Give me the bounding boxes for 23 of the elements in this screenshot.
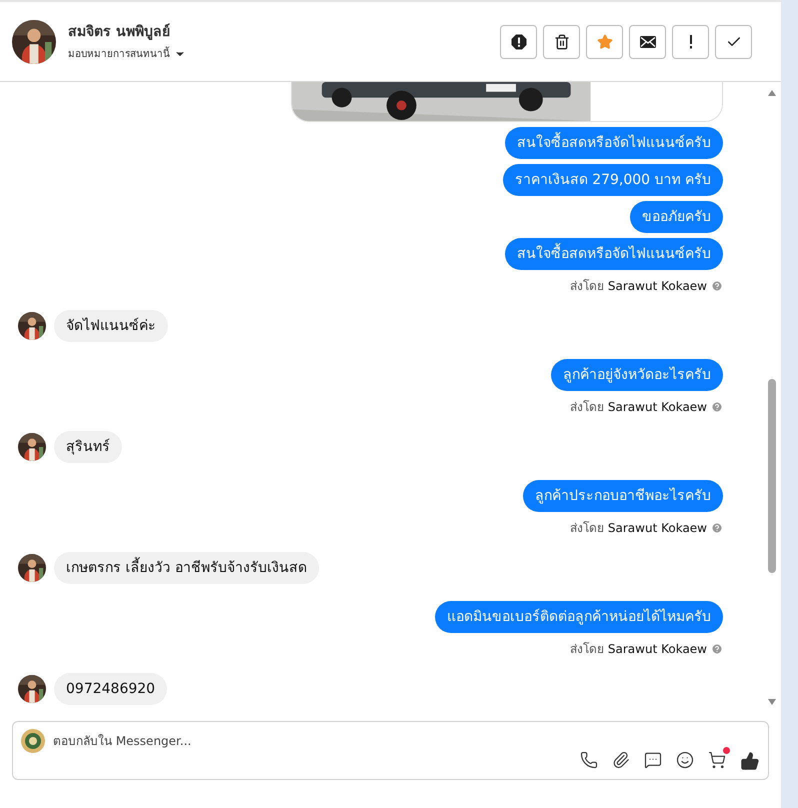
sent-by-label: ส่งโดย [570,399,604,416]
sender-name: Sarawut Kokaew [608,520,707,537]
sent-by-label: ส่งโดย [570,278,604,295]
message-bubble: ราคาเงินสด 279,000 บาท ครับ [502,164,723,196]
contact-name: สมจิตร นพพิบูลย์ [68,22,171,42]
message-bubble: สนใจซื้อสดหรือจัดไฟแนนซ์ครับ [505,127,723,159]
sent-by-label: ส่งโดย [570,520,604,537]
sender-name: Sarawut Kokaew [608,278,707,295]
assign-conversation-dropdown[interactable]: มอบหมายการสนทนานี้ [68,46,186,62]
reply-field[interactable]: ตอบกลับใน Messenger... [53,732,760,750]
message-bubble: ขออภัยครับ [630,201,723,233]
message-bubble: ลูกค้าประกอบอาชีพอะไรครับ [523,480,723,512]
message-bubble: จัดไฟแนนซ์ค่ะ [54,310,168,342]
sender-name: Sarawut Kokaew [608,399,707,416]
sender-name: Sarawut Kokaew [608,641,707,658]
message-bubble: 0972486920 [54,673,168,705]
message-bubble: สุรินทร์ [54,431,122,463]
reply-box[interactable]: ตอบกลับใน Messenger... [12,721,769,780]
message-bubble: เกษตรกร เลี้ยงวัว อาชีพรับจ้างรับเงินสด [54,552,319,584]
message-bubble: ลูกค้าอยู่จังหวัดอะไรครับ [551,359,723,391]
message-bubble: แอดมินขอเบอร์ติดต่อลูกค้าหน่อยได้ไหมครับ [435,601,723,633]
message-bubble: สนใจซื้อสดหรือจัดไฟแนนซ์ครับ [505,238,723,270]
sent-by-label: ส่งโดย [570,641,604,658]
